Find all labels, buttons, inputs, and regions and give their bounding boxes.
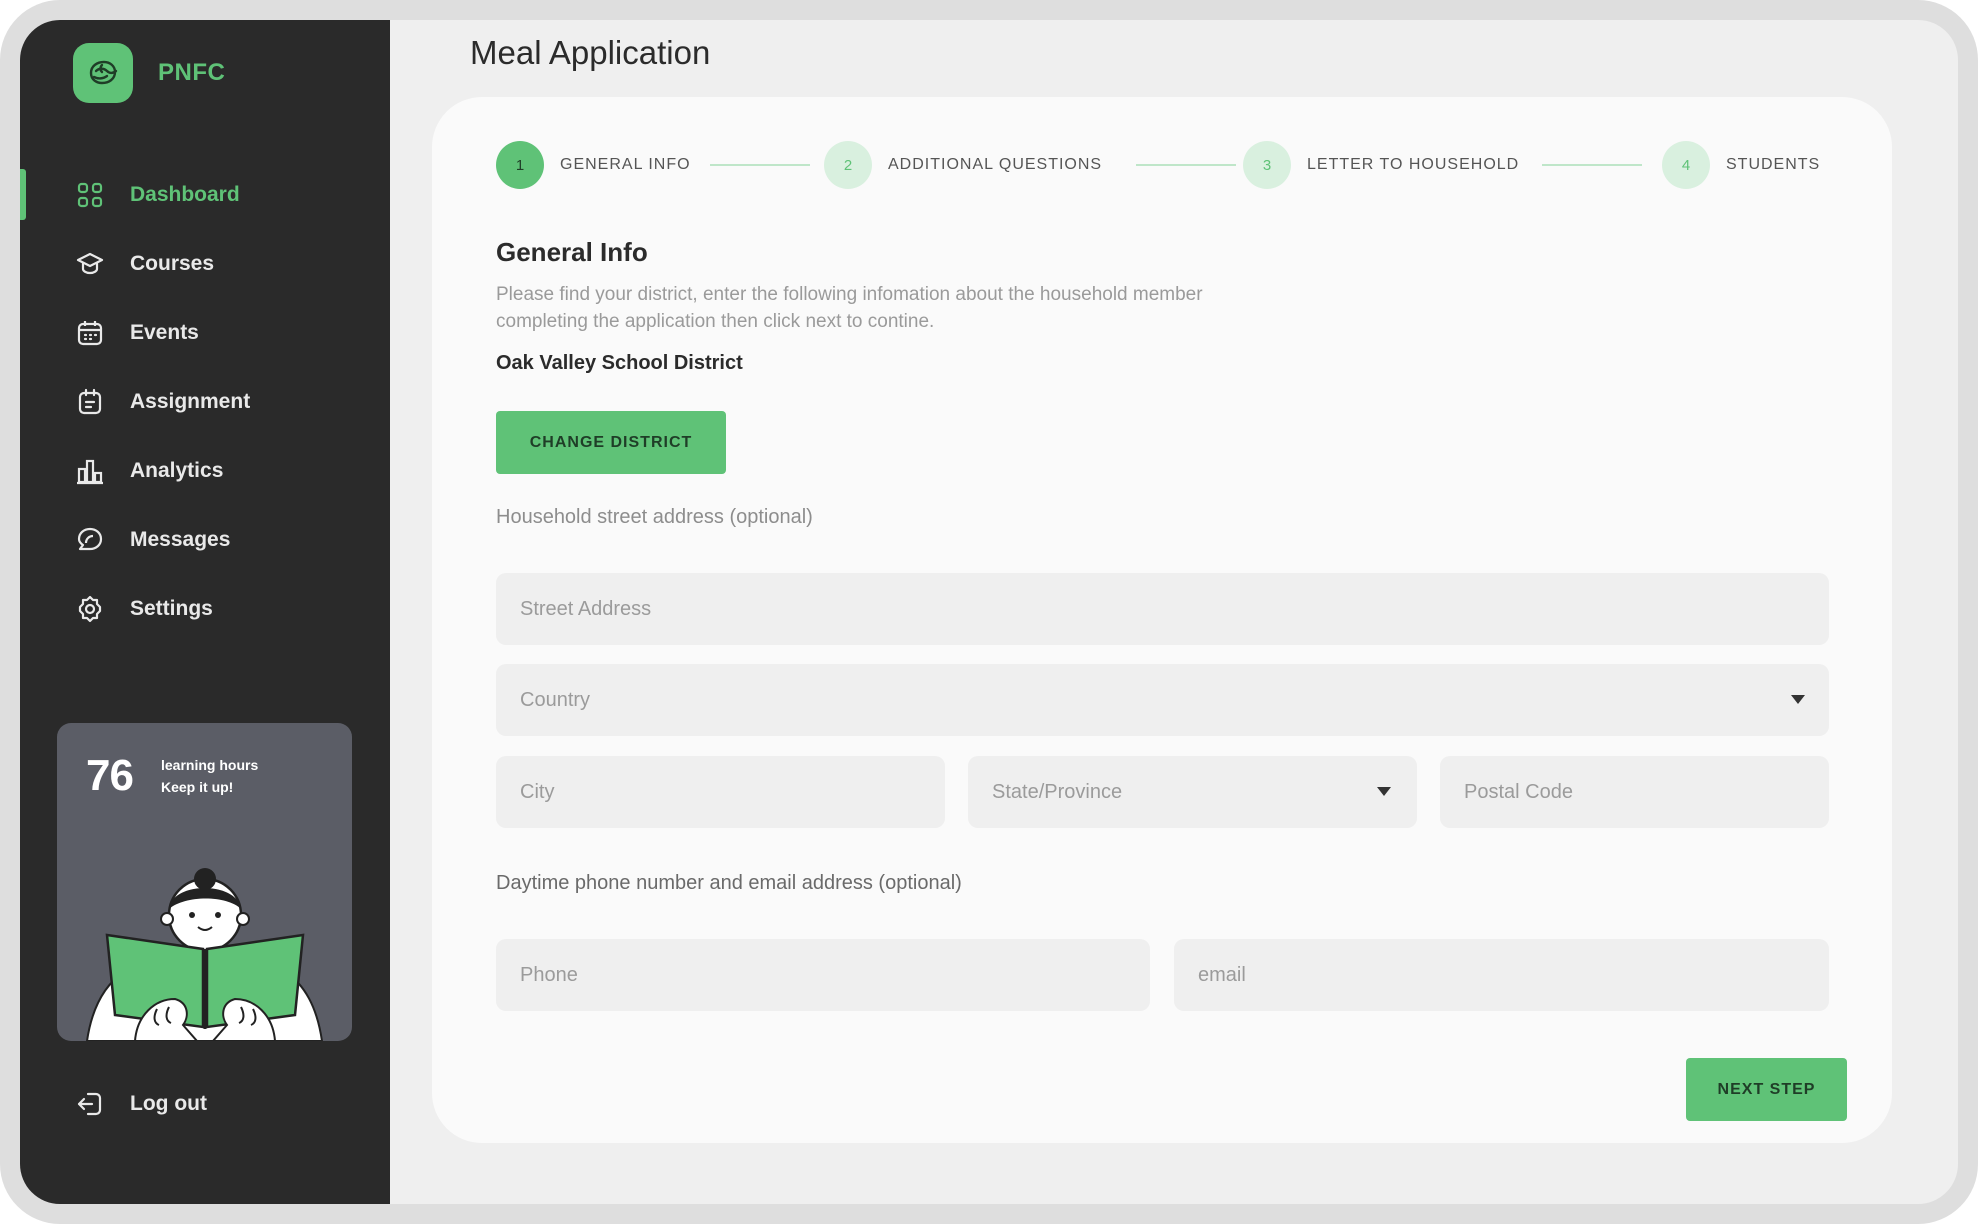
city-input[interactable]: City bbox=[496, 756, 945, 828]
step-number: 1 bbox=[496, 141, 544, 189]
sidebar-item-label: Settings bbox=[130, 596, 213, 620]
calendar-icon bbox=[74, 317, 106, 349]
graduation-cap-icon bbox=[74, 248, 106, 280]
learning-hours-card: 76 learning hours Keep it up! bbox=[57, 723, 352, 1041]
sidebar-item-analytics[interactable]: Analytics bbox=[20, 436, 390, 505]
sidebar-item-label: Courses bbox=[130, 251, 215, 275]
stepper: 1 GENERAL INFO 2 ADDITIONAL QUESTIONS 3 … bbox=[496, 139, 1826, 191]
learning-hours-count: 76 bbox=[86, 751, 134, 800]
postal-code-input[interactable]: Postal Code bbox=[1440, 756, 1829, 828]
application-card: 1 GENERAL INFO 2 ADDITIONAL QUESTIONS 3 … bbox=[432, 97, 1892, 1143]
district-name: Oak Valley School District bbox=[496, 352, 743, 374]
step-connector bbox=[710, 164, 810, 166]
bar-chart-icon bbox=[74, 455, 106, 487]
clipboard-icon bbox=[74, 386, 106, 418]
country-select[interactable]: Country bbox=[496, 664, 1829, 736]
state-placeholder: State/Province bbox=[992, 780, 1123, 803]
sidebar-item-messages[interactable]: Messages bbox=[20, 505, 390, 574]
grid-icon bbox=[74, 179, 106, 211]
page-title: Meal Application bbox=[470, 34, 711, 71]
email-input[interactable]: email bbox=[1174, 939, 1829, 1011]
section-description: Please find your district, enter the fol… bbox=[496, 284, 1203, 332]
app-screen: PNFC Dashboard Courses Events Assignment… bbox=[20, 20, 1958, 1204]
country-placeholder: Country bbox=[520, 688, 591, 711]
step-label: STUDENTS bbox=[1726, 156, 1821, 173]
brand[interactable]: PNFC bbox=[73, 43, 225, 103]
brand-name: PNFC bbox=[158, 59, 226, 86]
learning-hours-text: learning hours Keep it up! bbox=[161, 754, 258, 798]
phone-input[interactable]: Phone bbox=[496, 939, 1150, 1011]
sidebar-item-label: Assignment bbox=[130, 389, 251, 413]
sidebar-item-settings[interactable]: Settings bbox=[20, 574, 390, 643]
state-province-select[interactable]: State/Province bbox=[968, 756, 1417, 828]
change-district-button[interactable]: CHANGE DISTRICT bbox=[496, 411, 726, 474]
contact-section-label: Daytime phone number and email address (… bbox=[496, 872, 962, 894]
step-label: LETTER TO HOUSEHOLD bbox=[1307, 156, 1520, 173]
logout-button[interactable]: Log out bbox=[74, 1088, 207, 1120]
street-address-input[interactable]: Street Address bbox=[496, 573, 1829, 645]
step-label: GENERAL INFO bbox=[560, 156, 691, 173]
reading-person-illustration bbox=[85, 868, 324, 1041]
logout-icon bbox=[74, 1088, 106, 1120]
sidebar-item-dashboard[interactable]: Dashboard bbox=[20, 160, 390, 229]
step-connector bbox=[1542, 164, 1642, 166]
step-general-info[interactable]: 1 GENERAL INFO bbox=[496, 139, 691, 191]
brain-logo-icon bbox=[73, 43, 133, 103]
section-title: General Info bbox=[496, 237, 648, 267]
chat-icon bbox=[74, 524, 106, 556]
encouragement-text: Keep it up! bbox=[161, 779, 234, 795]
address-section-label: Household street address (optional) bbox=[496, 506, 813, 528]
step-number: 4 bbox=[1662, 141, 1710, 189]
step-letter-to-household[interactable]: 3 LETTER TO HOUSEHOLD bbox=[1243, 139, 1519, 191]
sidebar-item-assignment[interactable]: Assignment bbox=[20, 367, 390, 436]
step-students[interactable]: 4 STUDENTS bbox=[1662, 139, 1820, 191]
device-frame: PNFC Dashboard Courses Events Assignment… bbox=[0, 0, 1978, 1224]
sidebar-item-label: Messages bbox=[130, 527, 231, 551]
sidebar-item-label: Dashboard bbox=[130, 182, 240, 206]
step-number: 2 bbox=[824, 141, 872, 189]
sidebar: PNFC Dashboard Courses Events Assignment… bbox=[20, 20, 390, 1204]
step-number: 3 bbox=[1243, 141, 1291, 189]
gear-icon bbox=[74, 593, 106, 625]
learning-hours-label: learning hours bbox=[161, 757, 259, 773]
chevron-down-icon bbox=[1377, 787, 1391, 796]
sidebar-nav: Dashboard Courses Events Assignment Anal… bbox=[20, 160, 390, 643]
sidebar-item-label: Analytics bbox=[130, 458, 224, 482]
step-additional-questions[interactable]: 2 ADDITIONAL QUESTIONS bbox=[824, 139, 1102, 191]
next-step-button[interactable]: NEXT STEP bbox=[1686, 1058, 1847, 1121]
sidebar-item-courses[interactable]: Courses bbox=[20, 229, 390, 298]
sidebar-item-events[interactable]: Events bbox=[20, 298, 390, 367]
chevron-down-icon bbox=[1791, 695, 1805, 704]
step-connector bbox=[1136, 164, 1236, 166]
step-label: ADDITIONAL QUESTIONS bbox=[888, 156, 1103, 173]
logout-label: Log out bbox=[130, 1092, 207, 1115]
sidebar-item-label: Events bbox=[130, 320, 199, 344]
